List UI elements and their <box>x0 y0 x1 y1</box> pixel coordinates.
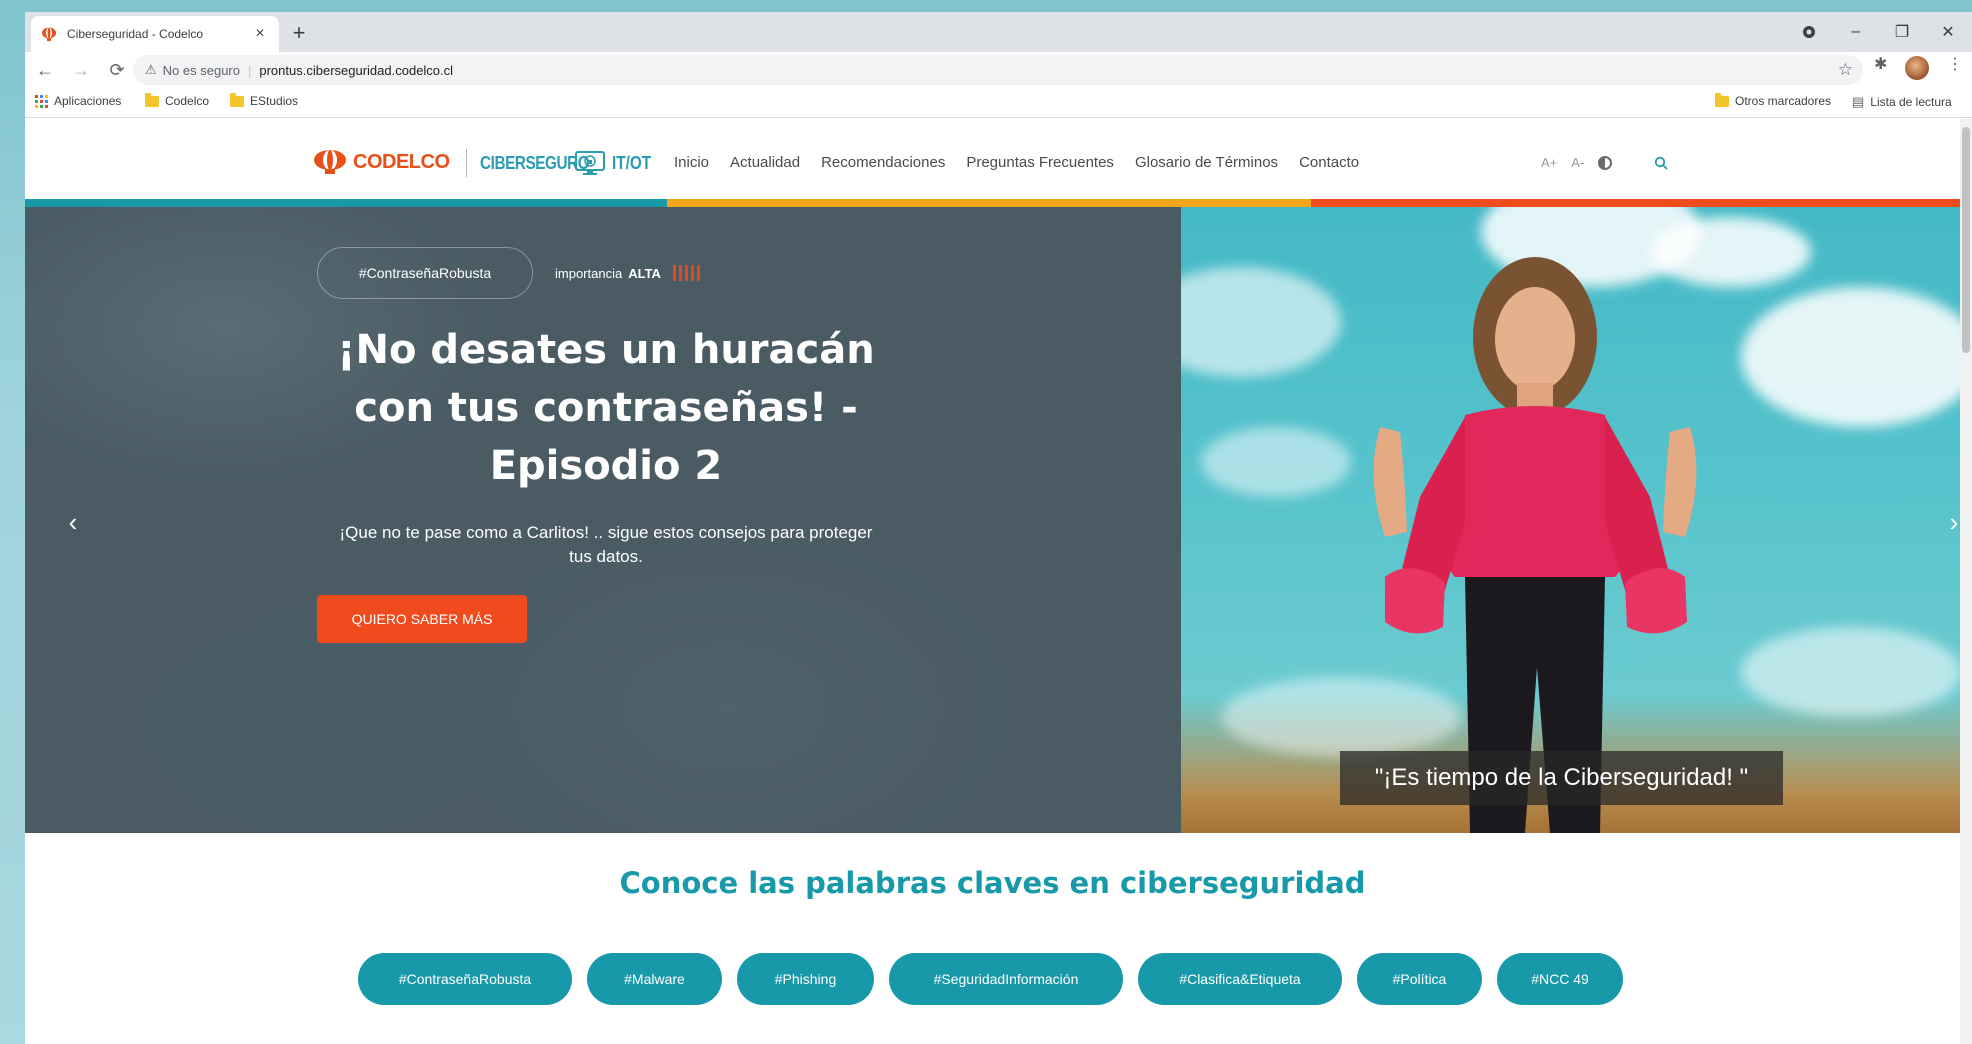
apps-grid-icon <box>35 94 48 108</box>
keyword-tag[interactable]: #Phishing <box>737 953 874 1005</box>
warning-icon[interactable]: ⚠ <box>145 62 157 78</box>
logo-divider <box>466 149 467 177</box>
nav-recomendaciones[interactable]: Recomendaciones <box>821 154 945 171</box>
importance-value: ALTA <box>628 265 661 281</box>
font-decrease-button[interactable]: A- <box>1571 155 1584 170</box>
codelco-mark-icon <box>314 150 346 174</box>
security-label[interactable]: No es seguro <box>163 63 240 78</box>
header-color-bar <box>25 199 1960 207</box>
nav-glosario[interactable]: Glosario de Términos <box>1135 154 1278 171</box>
importance-bars-icon <box>672 265 700 281</box>
bookmark-estudios[interactable]: EStudios <box>230 92 299 108</box>
codelco-wordmark: CODELCO <box>353 150 450 173</box>
bookmark-codelco[interactable]: Codelco <box>145 92 210 108</box>
new-tab-button[interactable]: + <box>285 20 313 48</box>
folder-icon <box>145 92 159 107</box>
folder-icon <box>1715 92 1729 107</box>
next-arrow-icon[interactable]: › <box>1942 507 1960 538</box>
importance-indicator: importancia ALTA <box>555 265 700 281</box>
reading-list-label: Lista de lectura <box>1870 95 1952 109</box>
keyword-tag[interactable]: #NCC 49 <box>1497 953 1623 1005</box>
extensions-puzzle-icon[interactable]: ✱ <box>1874 54 1887 74</box>
font-increase-button[interactable]: A+ <box>1541 155 1557 170</box>
reading-list[interactable]: ▤ Lista de lectura <box>1852 94 1952 110</box>
close-window-button[interactable]: ✕ <box>1925 12 1971 52</box>
accessibility-tools: A+ A- <box>1541 155 1668 170</box>
tab-strip: Ciberseguridad - Codelco × + – ❐ ✕ <box>25 12 1972 52</box>
forward-arrow-icon[interactable]: → <box>65 54 97 86</box>
ciberseguro-logo[interactable]: CIBERSEGURO IT/OT <box>480 150 658 176</box>
hero-tag-pill[interactable]: #ContraseñaRobusta <box>317 247 533 299</box>
bookmark-other-label: Otros marcadores <box>1735 94 1832 108</box>
menu-kebab-icon[interactable]: ⋮ <box>1947 54 1963 74</box>
browser-tab[interactable]: Ciberseguridad - Codelco × <box>31 16 279 52</box>
presenter-illustration <box>1373 257 1697 833</box>
video-caption: "¡Es tiempo de la Ciberseguridad! " <box>1340 751 1783 805</box>
bookmark-label: Codelco <box>165 94 210 108</box>
search-icon[interactable] <box>1654 156 1668 170</box>
page-scrollbar[interactable] <box>1960 119 1972 1044</box>
address-bar[interactable]: ⚠ No es seguro | prontus.ciberseguridad.… <box>133 55 1863 85</box>
importance-label: importancia <box>555 265 623 281</box>
keyword-tag[interactable]: #ContraseñaRobusta <box>358 953 572 1005</box>
profile-avatar[interactable] <box>1905 56 1929 80</box>
bookmark-label: EStudios <box>250 94 299 108</box>
main-nav: Inicio Actualidad Recomendaciones Pregun… <box>674 154 1380 171</box>
bookmark-apps[interactable]: Aplicaciones <box>35 94 121 108</box>
hero-subtitle: ¡Que no te pase como a Carlitos! .. sigu… <box>339 523 873 566</box>
hero-title: ¡No desates un huracán con tus contraseñ… <box>337 327 875 489</box>
keyword-tag[interactable]: #Clasifica&Etiqueta <box>1138 953 1342 1005</box>
bookmark-apps-label: Aplicaciones <box>54 94 122 108</box>
cta-button[interactable]: QUIERO SABER MÁS <box>317 595 527 643</box>
nav-actualidad[interactable]: Actualidad <box>730 154 800 171</box>
tab-close-icon[interactable]: × <box>251 25 269 43</box>
codelco-logo[interactable]: CODELCO <box>313 149 450 175</box>
minimize-button[interactable]: – <box>1833 12 1879 52</box>
scrollbar-thumb[interactable] <box>1962 127 1970 353</box>
keywords-title: Conoce las palabras claves en cibersegur… <box>619 866 1366 900</box>
itot-wordmark: IT/OT <box>612 152 652 173</box>
hero-slider: #ContraseñaRobusta importancia ALTA ¡No … <box>25 207 1960 833</box>
keyword-tags: #ContraseñaRobusta #Malware #Phishing #S… <box>358 953 1623 1005</box>
keyword-tag[interactable]: #Política <box>1357 953 1482 1005</box>
ciberseguro-wordmark: CIBERSEGURO <box>480 152 590 173</box>
reload-icon[interactable]: ⟳ <box>101 54 133 86</box>
folder-icon <box>230 92 244 107</box>
site-header: CODELCO CIBERSEGURO IT/OT Inicio Actuali… <box>25 119 1960 199</box>
bookmark-star-icon[interactable]: ☆ <box>1838 60 1853 80</box>
browser-window: Ciberseguridad - Codelco × + – ❐ ✕ ← → ⟳… <box>25 12 1972 1044</box>
url-text[interactable]: prontus.ciberseguridad.codelco.cl <box>259 63 453 78</box>
bookmark-other[interactable]: Otros marcadores <box>1715 92 1832 108</box>
contrast-icon[interactable] <box>1598 155 1613 170</box>
browser-toolbar: ← → ⟳ ⚠ No es seguro | prontus.cibersegu… <box>25 52 1972 88</box>
reading-list-icon: ▤ <box>1852 94 1865 109</box>
codelco-favicon-icon <box>42 27 56 41</box>
nav-contacto[interactable]: Contacto <box>1299 154 1359 171</box>
back-arrow-icon[interactable]: ← <box>29 54 61 86</box>
nav-preguntas-frecuentes[interactable]: Preguntas Frecuentes <box>966 154 1114 171</box>
keyword-tag[interactable]: #SeguridadInformación <box>889 953 1123 1005</box>
omnibox-separator: | <box>247 62 252 78</box>
restore-button[interactable]: ❐ <box>1879 12 1925 52</box>
bookmarks-bar: Aplicaciones Codelco EStudios Otros marc… <box>25 88 1972 118</box>
prev-arrow-icon[interactable]: ‹ <box>61 507 85 538</box>
tab-title: Ciberseguridad - Codelco <box>67 27 204 41</box>
nav-inicio[interactable]: Inicio <box>674 154 709 171</box>
keyword-tag[interactable]: #Malware <box>587 953 722 1005</box>
web-page: CODELCO CIBERSEGURO IT/OT Inicio Actuali… <box>25 119 1960 1044</box>
hero-text-panel: #ContraseñaRobusta importancia ALTA ¡No … <box>25 207 1181 833</box>
record-icon[interactable] <box>1786 12 1832 52</box>
